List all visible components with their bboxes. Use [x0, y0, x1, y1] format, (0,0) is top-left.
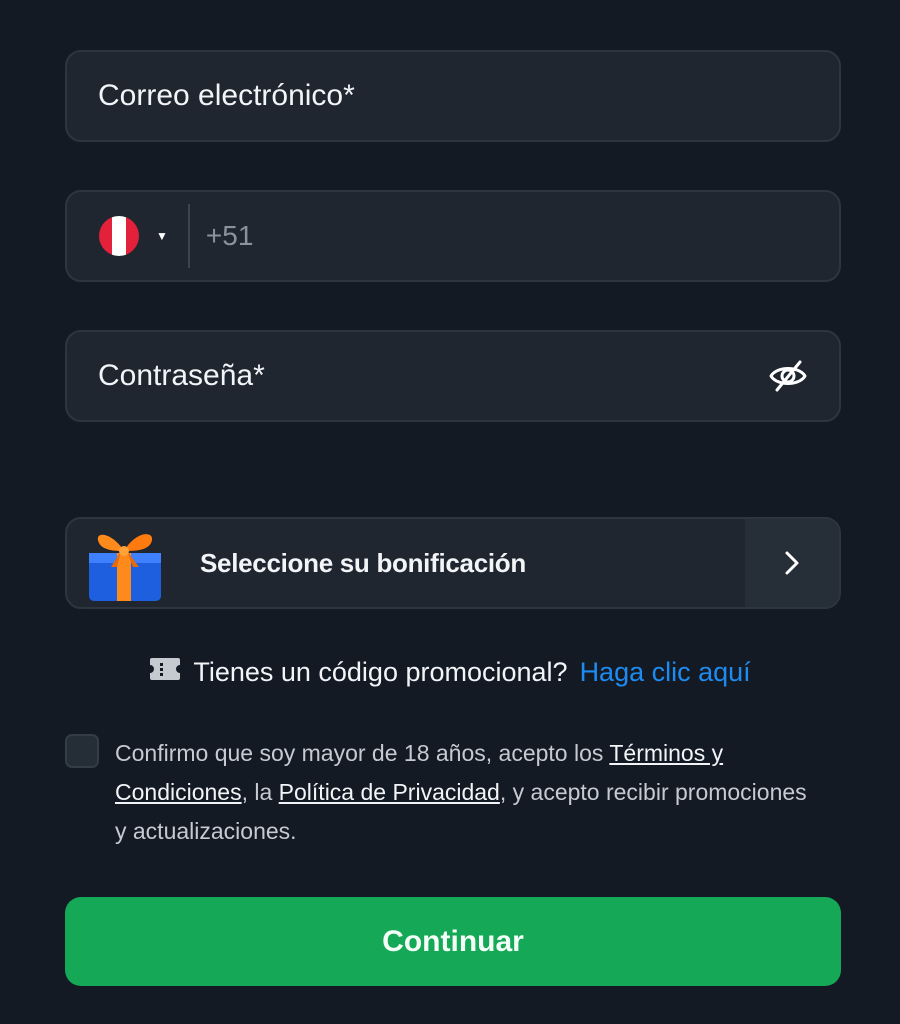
ticket-icon [149, 656, 181, 689]
phone-field: ▼ [65, 190, 841, 282]
promo-code-row: Tienes un código promocional? Haga clic … [0, 652, 900, 692]
continue-button[interactable]: Continuar [65, 897, 841, 986]
caret-down-icon[interactable]: ▼ [156, 229, 168, 243]
registration-form: Correo electrónico* ▼ Contraseña* [0, 0, 900, 1024]
password-field[interactable]: Contraseña* [65, 330, 841, 422]
password-field-label: Contraseña* [98, 359, 265, 392]
email-field-label: Correo electrónico* [98, 79, 355, 112]
chevron-right-icon[interactable] [745, 519, 839, 607]
consent-text-part: , la [241, 779, 279, 805]
promo-link[interactable]: Haga clic aquí [580, 657, 751, 688]
phone-divider [187, 204, 190, 268]
gift-icon [81, 521, 173, 605]
consent-text-part: Confirmo que soy mayor de 18 años, acept… [115, 740, 610, 766]
bonus-selector[interactable]: Seleccione su bonificación [65, 517, 841, 609]
bonus-label: Seleccione su bonificación [200, 547, 526, 578]
consent-checkbox[interactable] [65, 734, 99, 768]
eye-slash-icon[interactable] [767, 355, 809, 397]
phone-input[interactable] [205, 220, 766, 252]
privacy-link[interactable]: Política de Privacidad [279, 779, 500, 805]
peru-flag-icon[interactable] [99, 216, 139, 256]
consent-text: Confirmo que soy mayor de 18 años, acept… [115, 734, 815, 851]
promo-text: Tienes un código promocional? [193, 656, 568, 687]
email-field[interactable]: Correo electrónico* [65, 50, 841, 142]
